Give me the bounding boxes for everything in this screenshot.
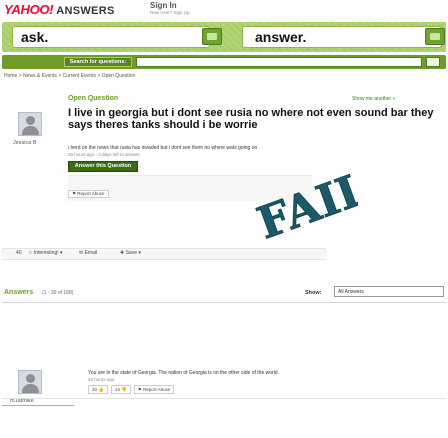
save-button[interactable]: ✚ Save ▾: [120, 250, 141, 256]
answer-button[interactable]: answer.: [242, 26, 442, 48]
answer-time: 20 hours ago: [88, 377, 115, 382]
thumbs-down-icon: 👎: [121, 387, 127, 392]
save-label: Save: [125, 250, 137, 256]
open-question-label: Open Question: [68, 95, 119, 102]
question-time: 20 hours ago - 3 days left to answer.: [68, 152, 141, 157]
answer-question-button[interactable]: Answer this Question: [68, 161, 138, 172]
show-another-link[interactable]: Show me another »: [352, 96, 395, 102]
asker-avatar[interactable]: [18, 112, 42, 136]
answerer-avatar[interactable]: [18, 370, 42, 394]
yahoo-wordmark: YAHOO!: [4, 2, 54, 17]
breadcrumb[interactable]: Home > News & Events > Current Events > …: [4, 73, 135, 79]
interesting-count: 40: [16, 250, 22, 256]
search-input[interactable]: [136, 57, 422, 67]
interesting-label: Interesting!: [33, 250, 59, 256]
ask-button[interactable]: ask.: [12, 26, 210, 48]
answer-text: You are in the state of Georgia. The nat…: [88, 370, 279, 376]
answer-icon[interactable]: [425, 28, 445, 45]
show-filter-select[interactable]: All Answers: [334, 286, 444, 297]
report-abuse-button[interactable]: ⚑ Report Abuse: [68, 190, 109, 198]
thumbs-down-button[interactable]: 14 👎: [110, 385, 131, 394]
ask-icon[interactable]: [202, 28, 222, 45]
thumbs-down-count: 14: [114, 387, 120, 392]
question-title: I live in georgia but i dont see rusia n…: [68, 107, 434, 131]
answers-range: (1 - 30 of 168): [42, 290, 74, 296]
answer-divider: [2, 398, 446, 399]
report-flag-icon: ⚑: [137, 387, 142, 392]
report-abuse-label: Report Abuse: [77, 191, 105, 196]
answerer-underline: [2, 405, 74, 406]
thumbs-up-count: 20: [92, 387, 98, 392]
answer-actions: 20 👍 14 👎 ⚑ Report Abuse: [88, 385, 175, 394]
answers-divider: [2, 302, 446, 303]
search-go-button[interactable]: [426, 57, 440, 67]
thumbs-up-button[interactable]: 20 👍: [88, 385, 108, 394]
answer-report-label: Report Abuse: [143, 387, 171, 392]
fail-stamp: FAIL: [251, 168, 358, 248]
sign-in-area: Sign In New User? Sign Up: [150, 1, 220, 15]
sign-in-link[interactable]: Sign In: [150, 1, 220, 10]
show-filter-label: Show:: [305, 290, 322, 296]
sign-up-link[interactable]: New User? Sign Up: [150, 10, 220, 15]
interesting-button[interactable]: ☆ Interesting! ▾: [28, 250, 63, 256]
answer-report-button[interactable]: ⚑ Report Abuse: [133, 385, 175, 394]
ask-answer-bar: ask. answer.: [2, 22, 446, 52]
email-button[interactable]: ✉ Email: [79, 250, 97, 256]
thumbs-up-icon: 👍: [98, 387, 104, 392]
email-label: Email: [84, 250, 98, 256]
fail-stamp-text: FAIL: [251, 168, 358, 248]
question-detail: i herd on the news that rusia has invade…: [68, 145, 258, 151]
answers-heading: Answers: [4, 289, 34, 296]
search-label: Search for questions:: [64, 57, 132, 67]
yahoo-answers-logo[interactable]: YAHOO! ANSWERS: [4, 2, 115, 17]
answers-wordmark: ANSWERS: [56, 5, 115, 17]
asker-name[interactable]: Jessica B: [13, 140, 37, 146]
